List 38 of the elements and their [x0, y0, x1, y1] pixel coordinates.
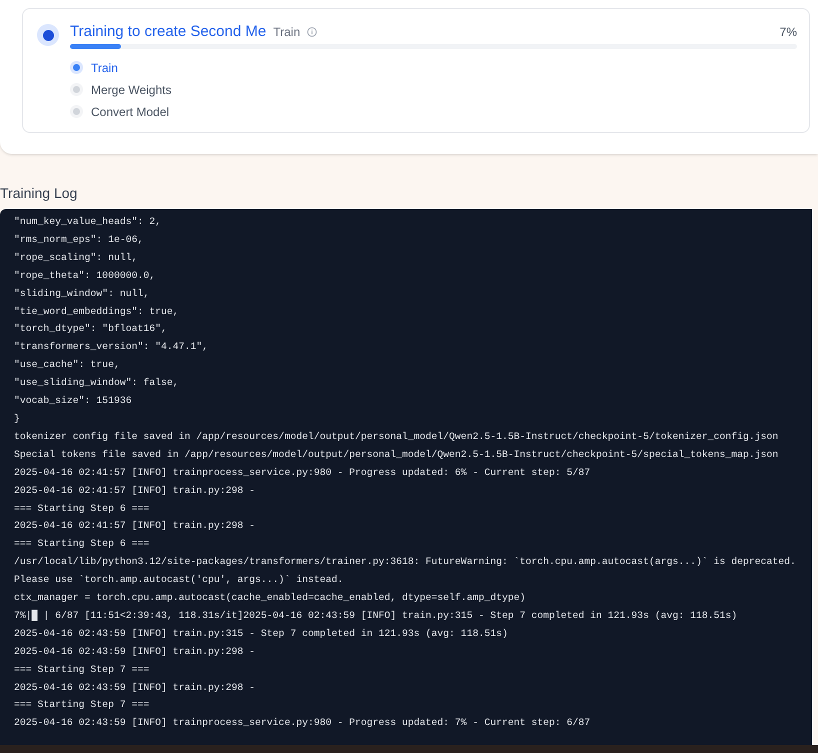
log-line: "num_key_value_heads": 2, [14, 215, 161, 229]
log-line: === Starting Step 7 === [14, 698, 150, 712]
log-line: 2025-04-16 02:43:59 [INFO] train.py:298 - [14, 680, 256, 695]
log-line: Special tokens file saved in /app/resources/model/output/personal_model/Qwen2.5-1.5B-Instruct/checkpoint-5/special_tokens_map.json [14, 448, 778, 462]
log-line: 2025-04-16 02:43:59 [INFO] trainprocess_service.py:980 - Progress updated: 7% - Current step: 6/87 [14, 716, 590, 730]
info-icon[interactable] [307, 27, 318, 37]
log-line: === Starting Step 6 === [14, 537, 150, 552]
log-line: "transformers_version": "4.47.1", [14, 340, 208, 354]
log-line: } [14, 412, 20, 426]
log-line: 2025-04-16 02:43:59 [INFO] train.py:315 - Step 7 completed in 121.93s (avg: 118.51s) [14, 626, 508, 641]
log-line: 2025-04-16 02:41:57 [INFO] train.py:298 - [14, 484, 256, 498]
log-line: "sliding_window": null, [14, 286, 150, 301]
log-line: "rope_scaling": null, [14, 250, 138, 265]
log-line: "rope_theta": 1000000.0, [14, 268, 156, 283]
step-label: Merge Weights [91, 82, 172, 98]
log-line: "tie_word_embeddings": true, [14, 304, 179, 319]
log-line: "use_cache": true, [14, 358, 120, 372]
active-stage-icon [37, 24, 59, 46]
progress-percent: 7% [780, 24, 797, 41]
log-line: tokenizer config file saved in /app/resources/model/output/personal_model/Qwen2.5-1.5B-Instruct/checkpoint-5/tokenizer_config.json [14, 430, 778, 444]
stage-title: Training to create Second Me [70, 22, 266, 42]
stage-tag: Train [273, 23, 300, 41]
step-label: Convert Model [91, 104, 170, 120]
log-line: === Starting Step 7 === [14, 662, 150, 677]
log-line: 2025-04-16 02:41:57 [INFO] train.py:298 - [14, 519, 256, 534]
log-title: Training Log [0, 185, 78, 202]
log-line: 2025-04-16 02:41:57 [INFO] trainprocess_service.py:980 - Progress updated: 6% - Current step: 5/87 [14, 466, 590, 480]
log-line: 7%|█ | 6/87 [11:51<2:39:43, 118.31s/it]2025-04-16 02:43:59 [INFO] train.py:315 - Step 7 completed in 121.93s (avg: 118.51s) [14, 608, 738, 623]
log-line: "torch_dtype": "bfloat16", [14, 322, 167, 336]
log-line: Please use `torch.amp.autocast('cpu', args...)` instead. [14, 573, 344, 588]
log-line: 2025-04-16 02:43:59 [INFO] train.py:298 - [14, 644, 256, 659]
step-label: Train [91, 60, 118, 76]
log-line: "use_sliding_window": false, [14, 376, 179, 390]
log-line: /usr/local/lib/python3.12/site-packages/transformers/trainer.py:3618: FutureWarning: `torch.cpu.amp.autocast(args...)` is deprecated. [14, 555, 796, 570]
log-line: "rms_norm_eps": 1e-06, [14, 232, 144, 247]
log-line: ctx_manager = torch.cpu.amp.autocast(cache_enabled=cache_enabled, dtype=self.amp_dtype) [14, 591, 526, 606]
log-line: === Starting Step 6 === [14, 502, 150, 516]
log-line: "vocab_size": 151936 [14, 394, 132, 408]
